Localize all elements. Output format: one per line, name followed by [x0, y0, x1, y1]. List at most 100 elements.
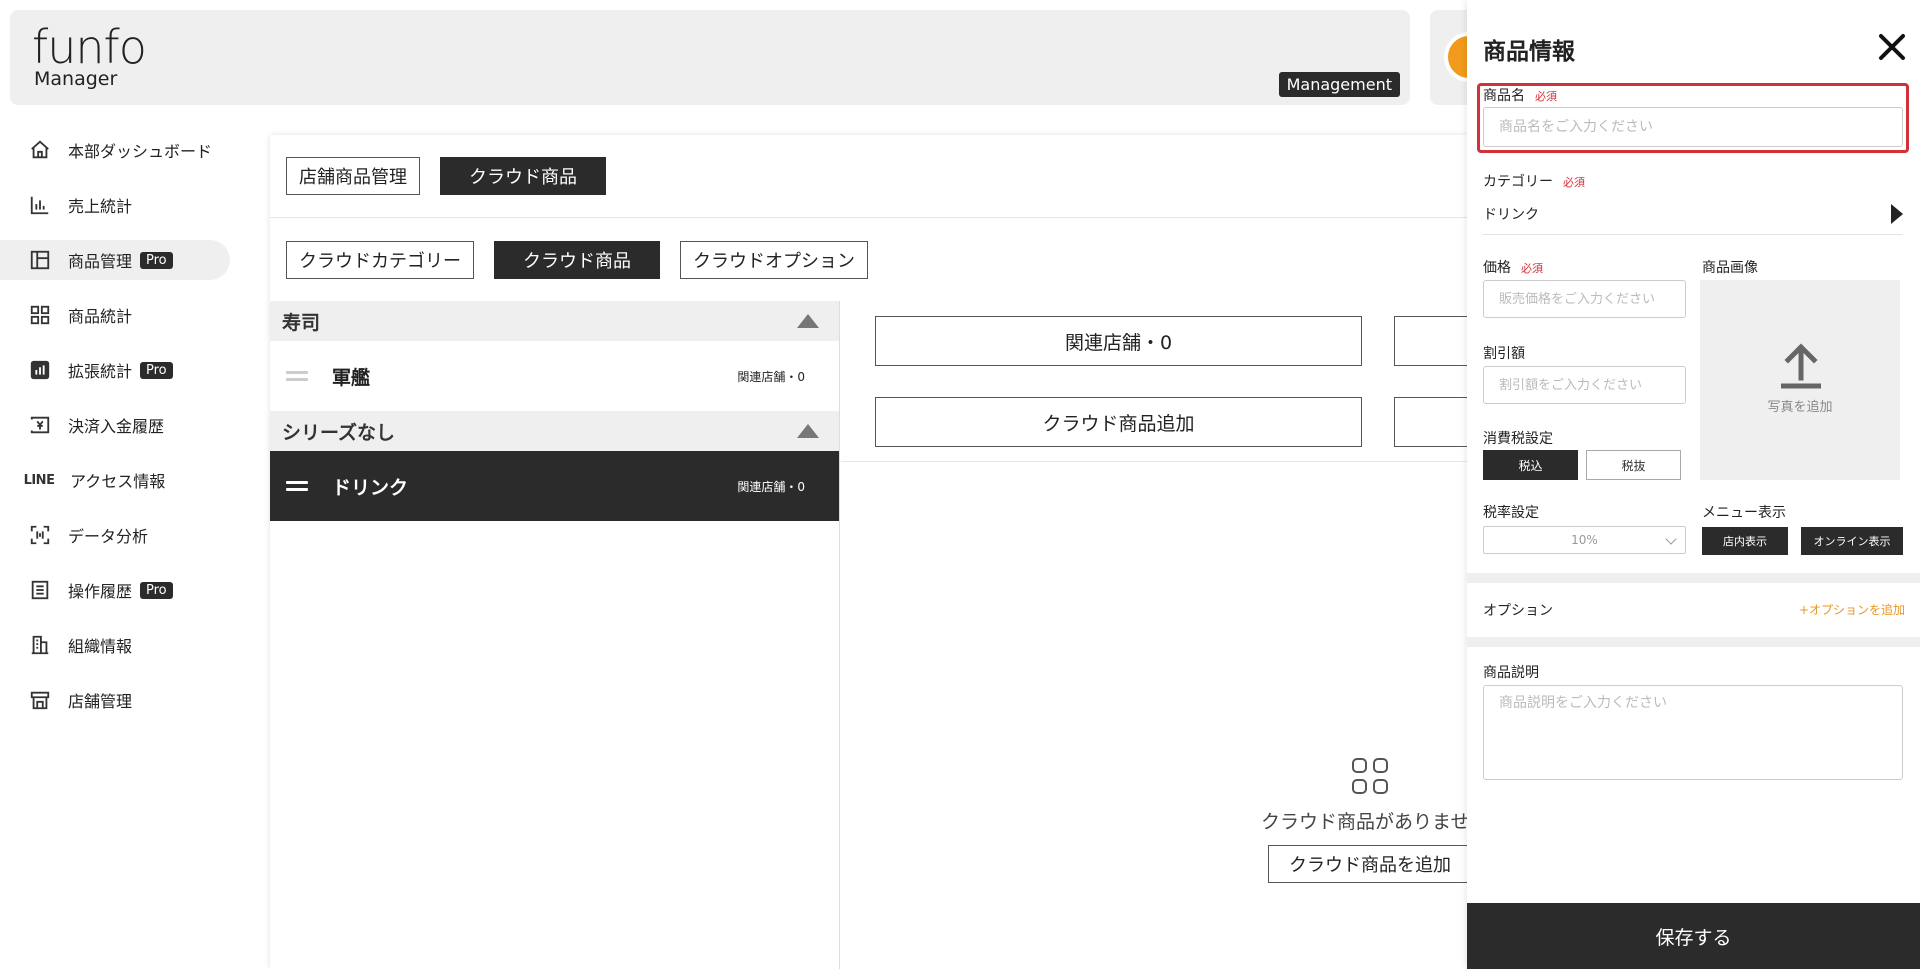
- sidebar-item-dashboard[interactable]: 本部ダッシュボード: [0, 130, 230, 170]
- scan-icon: [28, 523, 52, 547]
- section-band: [1467, 573, 1920, 583]
- sidebar-item-label: 決済入金履歴: [68, 417, 165, 436]
- sidebar-item-store-management[interactable]: 店舗管理: [0, 680, 230, 720]
- category-row-selected[interactable]: ドリンク 関連店舗・0: [270, 451, 839, 521]
- related-stores-button[interactable]: 関連店舗・0: [875, 316, 1362, 366]
- category-row[interactable]: 軍艦 関連店舗・0: [270, 341, 839, 411]
- product-info-drawer: 商品情報 商品名必須 カテゴリー必須 ドリンク 価格必須 商品画像: [1467, 0, 1920, 969]
- related-store-count: 関連店舗・0: [737, 369, 805, 384]
- logo-wordmark: funfo: [32, 20, 147, 74]
- save-button[interactable]: 保存する: [1467, 903, 1920, 969]
- upload-icon: [1781, 343, 1821, 389]
- series-header[interactable]: 寿司: [270, 301, 839, 341]
- drag-handle-icon[interactable]: [286, 481, 308, 491]
- top-header: funfo Manager Management: [10, 10, 1410, 105]
- sidebar-item-organization[interactable]: 組織情報: [0, 625, 230, 665]
- tax-rate-value: 10%: [1571, 533, 1598, 547]
- add-cloud-product-button[interactable]: クラウド商品追加: [875, 397, 1362, 447]
- sidebar-item-label: 商品管理: [68, 252, 133, 271]
- drag-handle-icon[interactable]: [286, 371, 308, 381]
- image-upload-area[interactable]: 写真を追加: [1700, 280, 1900, 480]
- line-icon: LINE: [23, 472, 55, 488]
- in-store-display-button[interactable]: 店内表示: [1702, 527, 1788, 555]
- required-tag: 必須: [1563, 176, 1585, 189]
- sidebar-item-product-management[interactable]: 商品管理 Pro: [0, 240, 230, 280]
- funfo-logo: funfo Manager: [32, 20, 147, 90]
- add-cloud-product-empty-button[interactable]: クラウド商品を追加: [1268, 845, 1472, 883]
- category-value: ドリンク: [1483, 207, 1539, 223]
- building-icon: [28, 633, 52, 657]
- collapse-triangle-icon[interactable]: [797, 314, 819, 328]
- series-header[interactable]: シリーズなし: [270, 411, 839, 451]
- list-icon: [28, 578, 52, 602]
- sidebar-item-label: 操作履歴: [68, 582, 133, 601]
- tab-cloud-category[interactable]: クラウドカテゴリー: [286, 241, 474, 279]
- sidebar-item-product-stats[interactable]: 商品統計: [0, 295, 230, 335]
- sidebar-item-label: 商品統計: [68, 307, 133, 326]
- pro-badge: Pro: [140, 251, 173, 269]
- series-title: シリーズなし: [282, 421, 396, 444]
- online-display-button[interactable]: オンライン表示: [1801, 527, 1903, 555]
- sidebar-item-sales-stats[interactable]: 売上統計: [0, 185, 230, 225]
- label-text: 価格: [1483, 260, 1511, 276]
- sidebar-item-label: 売上統計: [68, 197, 133, 216]
- home-icon: [28, 138, 52, 162]
- top-tabs: 店舗商品管理 クラウド商品: [286, 157, 606, 195]
- grid-icon: [28, 303, 52, 327]
- triangle-right-icon: [1891, 204, 1903, 224]
- tax-rate-select[interactable]: 10%: [1483, 526, 1686, 554]
- tax-exclusive-button[interactable]: 税抜: [1586, 450, 1681, 480]
- discount-input[interactable]: [1483, 366, 1686, 404]
- main-card: 店舗商品管理 クラウド商品 クラウドカテゴリー クラウド商品 クラウドオプション…: [270, 135, 1494, 969]
- category-select[interactable]: ドリンク: [1483, 200, 1903, 228]
- discount-label: 割引額: [1483, 346, 1525, 362]
- category-name: ドリンク: [332, 476, 409, 499]
- option-label: オプション: [1483, 603, 1553, 619]
- series-title: 寿司: [282, 311, 321, 334]
- stats-box-icon: [28, 358, 52, 382]
- price-input[interactable]: [1483, 280, 1686, 318]
- sidebar: 本部ダッシュボード 売上統計 商品管理 Pro 商品統計 拡張統計 Pro 決済…: [0, 130, 230, 735]
- description-textarea[interactable]: [1483, 685, 1903, 780]
- sidebar-item-label: 本部ダッシュボード: [68, 142, 213, 161]
- tax-inclusive-button[interactable]: 税込: [1483, 450, 1578, 480]
- management-badge: Management: [1278, 72, 1400, 97]
- add-option-link[interactable]: +オプションを追加: [1799, 601, 1905, 618]
- tab-cloud-products[interactable]: クラウド商品: [440, 157, 606, 195]
- image-label: 商品画像: [1702, 260, 1758, 276]
- menu-display-label: メニュー表示: [1702, 505, 1786, 521]
- category-name: 軍艦: [332, 366, 371, 389]
- sidebar-item-label: アクセス情報: [70, 472, 166, 491]
- yen-receipt-icon: [28, 413, 52, 437]
- layout-icon: [28, 248, 52, 272]
- tab-cloud-product[interactable]: クラウド商品: [494, 241, 660, 279]
- tax-setting-label: 消費税設定: [1483, 431, 1553, 447]
- sidebar-item-operation-history[interactable]: 操作履歴 Pro: [0, 570, 230, 610]
- product-panel: 関連店舗・0 クラウド商品追加 クラウド商品がありません クラウド商品を追加: [841, 301, 1494, 969]
- product-name-input[interactable]: [1483, 107, 1903, 147]
- sidebar-item-payment-history[interactable]: 決済入金履歴: [0, 405, 230, 445]
- sidebar-item-label: 組織情報: [68, 637, 133, 656]
- store-icon: [28, 688, 52, 712]
- category-label: カテゴリー 必須: [1483, 171, 1585, 191]
- sidebar-item-extended-stats[interactable]: 拡張統計 Pro: [0, 350, 230, 390]
- divider: [270, 217, 1470, 218]
- related-store-count: 関連店舗・0: [737, 479, 805, 494]
- close-icon[interactable]: [1875, 30, 1909, 64]
- section-band: [1467, 637, 1920, 647]
- bar-chart-icon: [28, 193, 52, 217]
- collapse-triangle-icon[interactable]: [797, 424, 819, 438]
- sidebar-item-label: 拡張統計: [68, 362, 133, 381]
- app-root: funfo Manager Management 本部ダッシュボード 売上統計 …: [0, 0, 1920, 969]
- sidebar-item-access-info[interactable]: LINE アクセス情報: [0, 460, 230, 500]
- sidebar-item-label: 店舗管理: [68, 692, 133, 711]
- grid-empty-icon: [1352, 758, 1388, 794]
- tab-cloud-option[interactable]: クラウドオプション: [680, 241, 868, 279]
- user-header: [1430, 10, 1470, 105]
- tax-rate-label: 税率設定: [1483, 505, 1539, 521]
- drawer-title: 商品情報: [1483, 39, 1575, 65]
- sidebar-item-data-analysis[interactable]: データ分析: [0, 515, 230, 555]
- category-panel: 寿司 軍艦 関連店舗・0 シリーズなし ドリンク 関連店舗・0: [270, 301, 840, 969]
- sub-tabs: クラウドカテゴリー クラウド商品 クラウドオプション: [286, 241, 868, 279]
- tab-store-products[interactable]: 店舗商品管理: [286, 157, 420, 195]
